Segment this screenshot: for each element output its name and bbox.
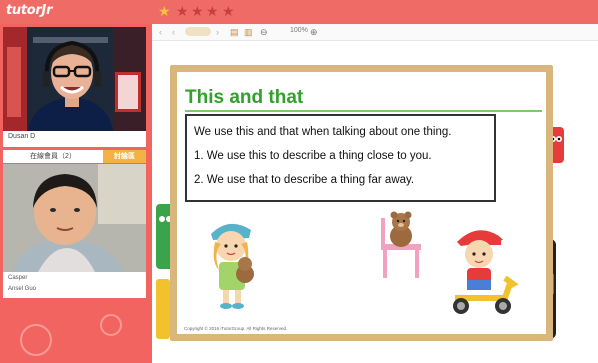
next-icon[interactable]: › — [216, 26, 219, 38]
tab-discussion[interactable]: 討論區 — [103, 150, 146, 163]
slide-point-1: 1. We use this to describe a thing close… — [194, 150, 432, 162]
slide-textbox: We use this and that when talking about … — [185, 114, 496, 202]
star-icon[interactable]: ★ — [176, 3, 189, 19]
brand-watermark: tutorJr — [174, 42, 223, 57]
teacher-name: Dusan D — [8, 133, 36, 140]
title-divider — [185, 110, 542, 112]
teacher-panel: Dusan D — [3, 27, 146, 147]
star-icon[interactable]: ★ — [191, 3, 204, 19]
star-icon[interactable]: ★ — [158, 3, 171, 19]
student-video — [3, 164, 146, 272]
top-bar: tutorJr ★ ★ ★ ★ ★ — [0, 0, 598, 24]
slide: This and that We use this and that when … — [177, 72, 546, 334]
slide-frame: This and that We use this and that when … — [170, 65, 553, 341]
slide-intro: We use this and that when talking about … — [194, 126, 452, 138]
teacher-video — [3, 27, 146, 131]
page-indicator[interactable] — [185, 27, 211, 36]
prev-icon[interactable]: ‹ — [159, 26, 162, 38]
circle-doodle-icon — [100, 314, 122, 336]
teddy-on-chair-illustration — [381, 211, 421, 278]
document-icon[interactable]: ▤ — [230, 26, 239, 38]
zoom-out-icon[interactable]: ⊖ — [260, 26, 268, 38]
back-icon[interactable]: ‹ — [172, 26, 175, 38]
zoom-in-icon[interactable]: ⊕ — [310, 26, 318, 38]
boy-on-scooter-illustration — [453, 230, 519, 314]
clock-doodle-icon — [20, 324, 52, 356]
star-icon[interactable]: ★ — [222, 3, 235, 19]
star-icon[interactable]: ★ — [206, 3, 219, 19]
slide-title: This and that — [185, 87, 304, 108]
participant-tabs: 在線會員（2） 討論區 — [3, 150, 146, 163]
document-pages-icon[interactable]: ▥ — [244, 26, 253, 38]
tab-online-members[interactable]: 在線會員（2） — [3, 150, 103, 163]
copyright-notice: Copyright © 2016 iTutorGroup. All Rights… — [184, 326, 288, 331]
student-name: Casper — [8, 275, 28, 281]
student-name-secondary: Ansel Guo — [8, 286, 37, 292]
sidebar: Dusan D 在線會員（2） 討論區 Casper Ansel Guo — [0, 24, 152, 363]
main-content: ‹ ‹ › ▤ ▥ ⊖ 100% ⊕ tutorJr This and that… — [152, 24, 598, 363]
zoom-level: 100% — [290, 27, 308, 34]
girl-with-teddy-illustration — [211, 223, 254, 309]
slide-point-2: 2. We use that to describe a thing far a… — [194, 174, 415, 186]
student-panel: Casper Ansel Guo — [3, 164, 146, 298]
slide-toolbar: ‹ ‹ › ▤ ▥ ⊖ 100% ⊕ — [152, 24, 598, 41]
brand-logo: tutorJr — [6, 3, 53, 18]
